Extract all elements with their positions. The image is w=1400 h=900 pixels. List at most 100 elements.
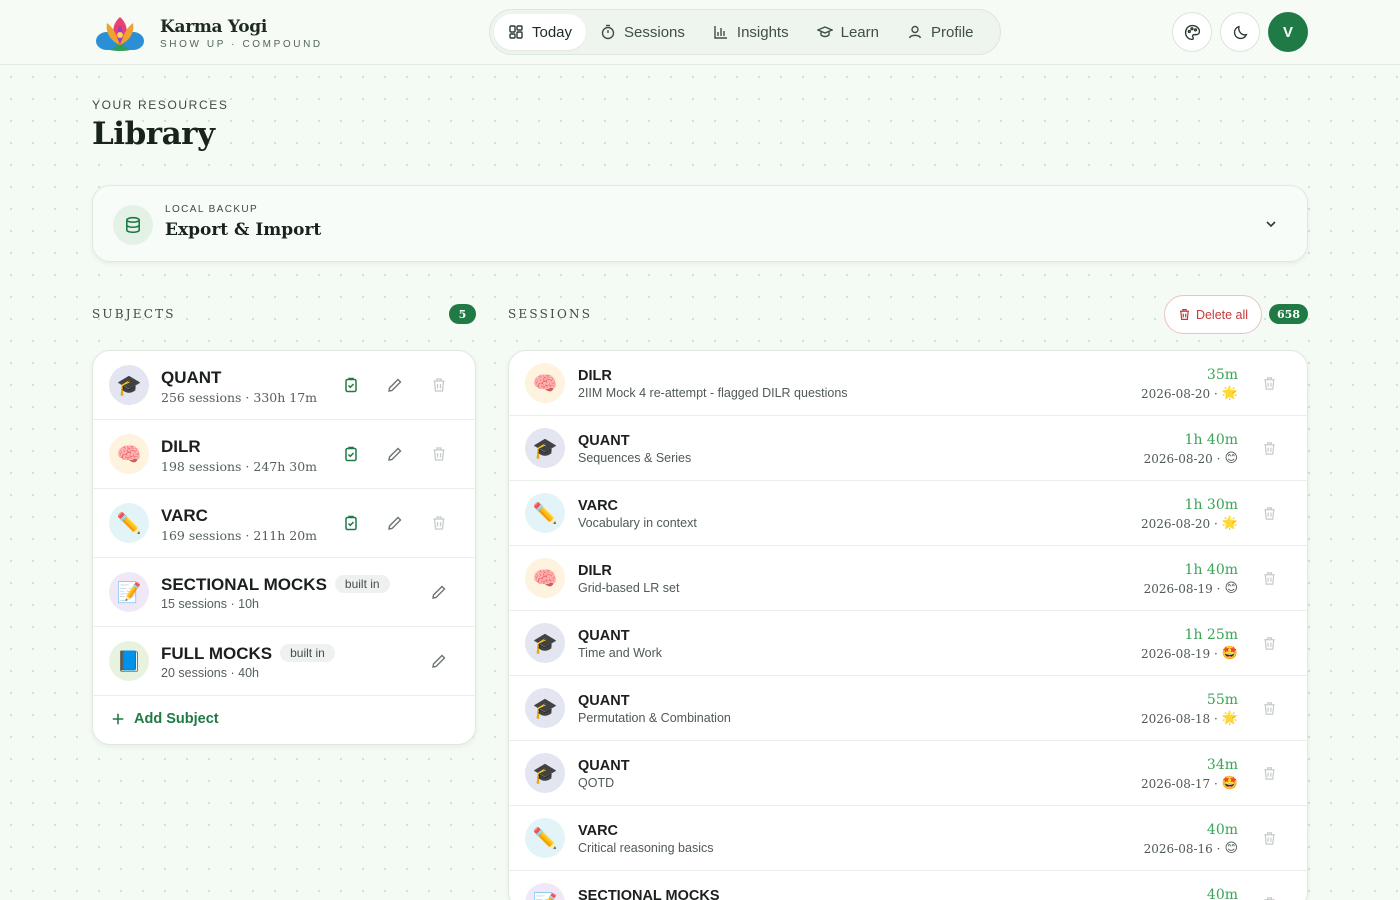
trash-icon[interactable] xyxy=(431,515,447,531)
pencil-icon[interactable] xyxy=(387,377,403,393)
subject-meta: 256 sessions · 330h 17m xyxy=(161,390,318,405)
subject-name: DILR xyxy=(161,437,201,456)
session-date-wrap: 2026-08-20 · 🌟 xyxy=(1141,386,1238,401)
session-duration: 34m xyxy=(1206,757,1238,773)
clipboard-check-icon[interactable] xyxy=(343,446,359,462)
pencil-icon[interactable] xyxy=(387,515,403,531)
subject-row[interactable]: ✏️ VARC 169 sessions · 211h 20m xyxy=(93,489,475,558)
subject-emoji-icon: 🎓 xyxy=(525,688,565,728)
nav-insights-label: Insights xyxy=(736,23,789,41)
trash-icon[interactable] xyxy=(431,377,447,393)
brand[interactable]: Karma Yogi SHOW UP · COMPOUND xyxy=(95,11,323,55)
clipboard-check-icon[interactable] xyxy=(343,377,359,393)
nav-insights[interactable]: Insights xyxy=(699,14,803,50)
session-date-wrap: 2026-08-18 · 🌟 xyxy=(1141,711,1238,726)
session-row[interactable]: ✏️ VARC Vocabulary in context 1h 30m 2026-08… xyxy=(509,481,1307,546)
session-date-wrap: 2026-08-19 · 🤩 xyxy=(1141,646,1238,661)
subject-row[interactable]: 🎓 QUANT 256 sessions · 330h 17m xyxy=(93,351,475,420)
subject-emoji-icon: 🧠 xyxy=(525,363,565,403)
session-subject: SECTIONAL MOCKS xyxy=(578,888,720,900)
delete-all-button[interactable]: Delete all xyxy=(1164,295,1262,334)
trash-icon[interactable] xyxy=(431,446,447,462)
pencil-icon[interactable] xyxy=(431,653,447,669)
subject-row[interactable]: 📝 SECTIONAL MOCKS built in 15 sessions · … xyxy=(93,558,475,627)
nav-learn[interactable]: Learn xyxy=(803,14,893,50)
trash-icon[interactable] xyxy=(1262,506,1277,521)
session-row[interactable]: 🧠 DILR Grid-based LR set 1h 40m 2026-08-19 ·… xyxy=(509,546,1307,611)
database-icon xyxy=(113,205,153,245)
trash-icon[interactable] xyxy=(1262,571,1277,586)
trash-icon xyxy=(1179,309,1189,320)
trash-icon[interactable] xyxy=(1262,636,1277,651)
user-icon xyxy=(908,25,922,39)
session-row[interactable]: 🎓 QUANT Permutation & Combination 55m 2026-0… xyxy=(509,676,1307,741)
delete-all-label: Delete all xyxy=(1195,307,1249,322)
subject-name: VARC xyxy=(161,506,208,525)
moon-icon xyxy=(1233,25,1248,39)
session-date: 2026-08-20 · xyxy=(1140,386,1218,401)
subject-emoji-icon: 📝 xyxy=(525,883,565,900)
mood-icon: 😊 xyxy=(1224,451,1238,466)
graduation-cap-icon xyxy=(816,26,833,38)
session-subject: VARC xyxy=(578,823,619,839)
session-row[interactable]: 📝 SECTIONAL MOCKS 40m xyxy=(509,871,1307,900)
trash-icon[interactable] xyxy=(1262,376,1277,391)
nav-sessions[interactable]: Sessions xyxy=(586,14,699,50)
session-row[interactable]: 🎓 QUANT Sequences & Series 1h 40m 2026-08-20… xyxy=(509,416,1307,481)
add-subject-button[interactable]: Add Subject xyxy=(111,711,219,727)
mood-icon: 😊 xyxy=(1224,581,1238,596)
pencil-emoji-icon: ✏️ xyxy=(109,503,149,543)
mood-icon: 🌟 xyxy=(1221,711,1238,726)
pencil-icon[interactable] xyxy=(431,584,447,600)
session-date-wrap: 2026-08-19 · 😊 xyxy=(1144,581,1238,596)
bar-chart-icon xyxy=(714,26,727,39)
trash-icon[interactable] xyxy=(1262,441,1277,456)
palette-icon xyxy=(1184,24,1200,40)
grid-icon xyxy=(509,25,523,39)
pencil-icon[interactable] xyxy=(387,446,403,462)
nav-profile[interactable]: Profile xyxy=(893,14,988,50)
timer-icon xyxy=(601,24,615,40)
trash-icon[interactable] xyxy=(1262,766,1277,781)
session-duration: 1h 25m xyxy=(1184,627,1238,643)
memo-icon: 📝 xyxy=(109,572,149,612)
subject-name: SECTIONAL MOCKS xyxy=(161,575,327,594)
subjects-card: 🎓 QUANT 256 sessions · 330h 17m 🧠 DILR 1… xyxy=(92,350,476,745)
subjects-count-badge: 5 xyxy=(449,304,476,324)
user-avatar[interactable]: V xyxy=(1268,12,1308,52)
brand-tagline: SHOW UP · COMPOUND xyxy=(160,38,323,50)
graduation-cap-icon: 🎓 xyxy=(109,365,149,405)
subject-name: FULL MOCKS xyxy=(161,644,273,663)
subject-emoji-icon: 🎓 xyxy=(525,428,565,468)
subject-emoji-icon: ✏️ xyxy=(525,493,565,533)
session-row[interactable]: 🧠 DILR 2IIM Mock 4 re-attempt - flagged DI… xyxy=(509,351,1307,416)
nav-today[interactable]: Today xyxy=(494,14,587,50)
subject-row[interactable]: 🧠 DILR 198 sessions · 247h 30m xyxy=(93,420,475,489)
trash-icon[interactable] xyxy=(1262,701,1277,716)
session-topic: Sequences & Series xyxy=(578,451,692,465)
subject-name: QUANT xyxy=(161,368,222,387)
trash-icon[interactable] xyxy=(1262,896,1277,900)
clipboard-check-icon[interactable] xyxy=(343,515,359,531)
trash-icon[interactable] xyxy=(1262,831,1277,846)
theme-button[interactable] xyxy=(1172,12,1212,52)
nav-today-label: Today xyxy=(532,23,573,41)
backup-card[interactable]: LOCAL BACKUP Export & Import xyxy=(92,185,1308,262)
mood-icon: 🌟 xyxy=(1221,386,1238,401)
session-row[interactable]: 🎓 QUANT Time and Work 1h 25m 2026-08-19 · 🤩 xyxy=(509,611,1307,676)
session-date-wrap: 2026-08-17 · 🤩 xyxy=(1141,776,1238,791)
session-topic: Critical reasoning basics xyxy=(578,841,714,855)
nav-sessions-label: Sessions xyxy=(624,23,685,41)
brain-icon: 🧠 xyxy=(109,434,149,474)
subject-row[interactable]: 📘 FULL MOCKS built in 20 sessions · 40h xyxy=(93,627,475,696)
brand-name: Karma Yogi xyxy=(160,16,268,37)
chevron-down-icon[interactable] xyxy=(1263,216,1279,232)
session-subject: VARC xyxy=(578,498,619,514)
session-row[interactable]: ✏️ VARC Critical reasoning basics 40m 2026-0… xyxy=(509,806,1307,871)
session-row[interactable]: 🎓 QUANT QOTD 34m 2026-08-17 · 🤩 xyxy=(509,741,1307,806)
dark-mode-button[interactable] xyxy=(1220,12,1260,52)
subjects-label: SUBJECTS xyxy=(92,307,176,321)
subject-meta: 198 sessions · 247h 30m xyxy=(161,459,318,474)
sessions-card: 🧠 DILR 2IIM Mock 4 re-attempt - flagged DI… xyxy=(508,350,1308,900)
main-nav: Today Sessions Insights Learn Profile xyxy=(489,9,1001,55)
